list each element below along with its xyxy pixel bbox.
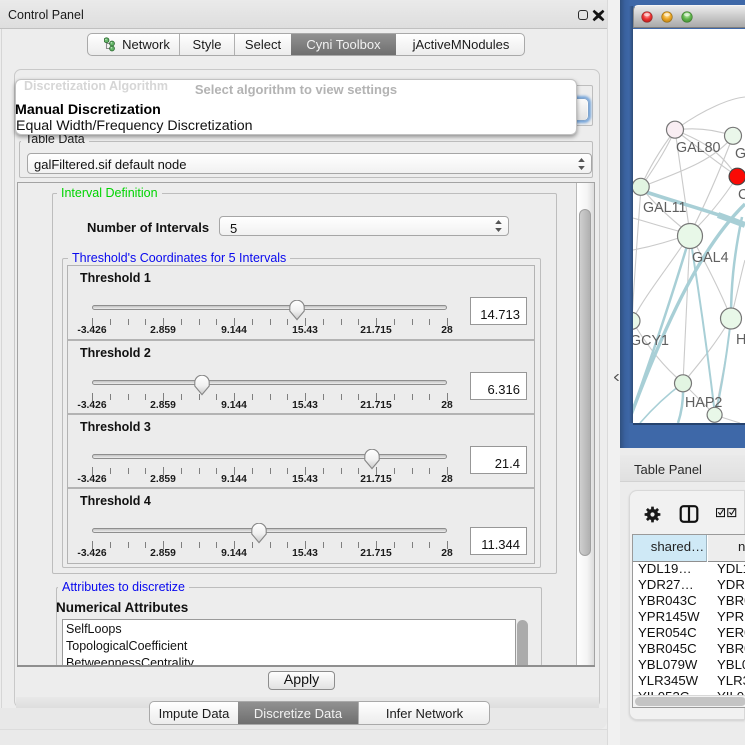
- svg-text:HIS4: HIS4: [736, 332, 745, 348]
- svg-text:GCY1: GCY1: [633, 333, 669, 349]
- svg-text:GAL80: GAL80: [676, 140, 721, 156]
- svg-text:GAL11: GAL11: [643, 200, 686, 216]
- svg-text:C: C: [738, 187, 745, 203]
- svg-text:GAL3: GAL3: [735, 146, 745, 162]
- svg-text:GAL4: GAL4: [692, 250, 729, 266]
- svg-text:HAP2: HAP2: [685, 395, 722, 411]
